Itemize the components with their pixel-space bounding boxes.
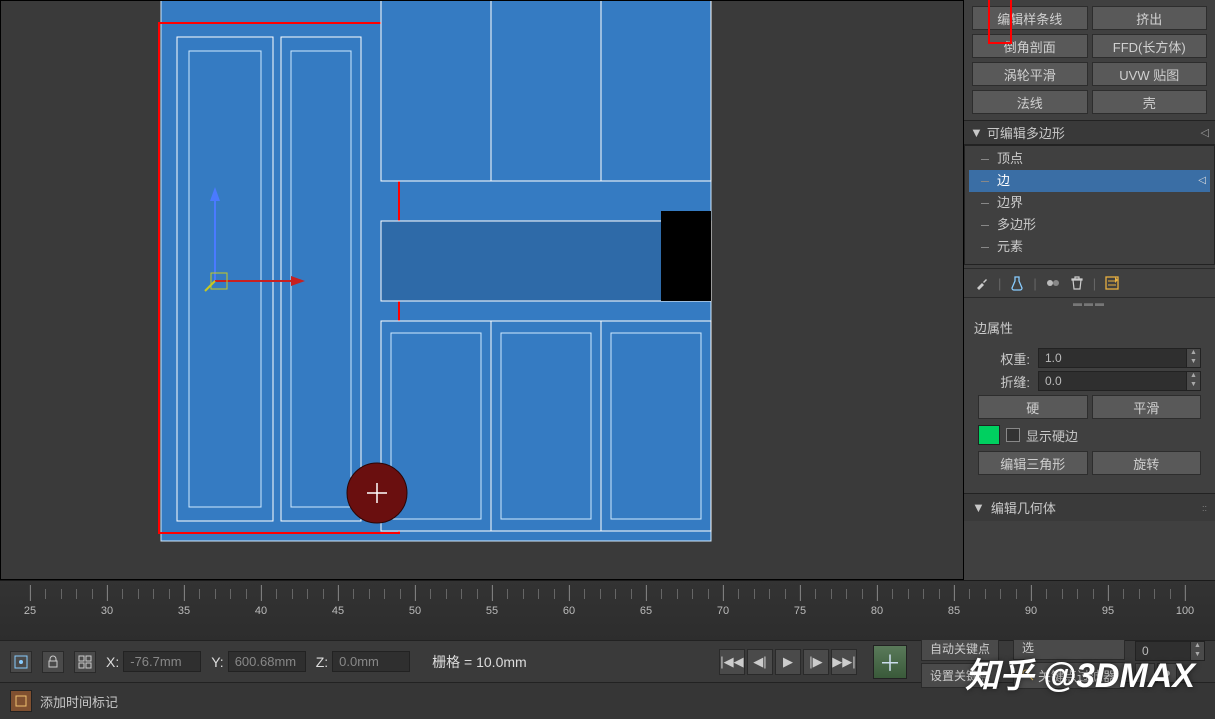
hard-button[interactable]: 硬	[978, 395, 1088, 419]
z-label: Z:	[316, 654, 328, 670]
subobj-polygon[interactable]: 多边形	[969, 214, 1210, 236]
shell-button[interactable]: 壳	[1092, 90, 1208, 114]
transform-type-icon[interactable]	[74, 651, 96, 673]
edit-spline-button[interactable]: 编辑样条线	[972, 6, 1088, 30]
subobj-vertex[interactable]: 顶点	[969, 148, 1210, 170]
modifier-buttons-grid: 编辑样条线 挤出 倒角剖面 FFD(长方体) 涡轮平滑 UVW 贴图 法线 壳	[964, 0, 1215, 120]
ruler-tick: 60	[563, 605, 575, 617]
nav-icon-1[interactable]: ◐	[1135, 663, 1155, 683]
extrude-button[interactable]: 挤出	[1092, 6, 1208, 30]
ruler-tick: 100	[1176, 605, 1194, 617]
flask-icon[interactable]	[1009, 275, 1025, 291]
ruler-tick: 55	[486, 605, 498, 617]
edit-geometry-label: 编辑几何体	[991, 498, 1056, 517]
x-label: X:	[106, 654, 119, 670]
show-hardedge-checkbox[interactable]	[1006, 428, 1020, 442]
ruler-tick: 30	[101, 605, 113, 617]
pin-icon[interactable]	[974, 275, 990, 291]
bevel-profile-button[interactable]: 倒角剖面	[972, 34, 1088, 58]
key-icon	[1022, 669, 1034, 681]
ruler-tick: 80	[871, 605, 883, 617]
set-key-big-button[interactable]: ＋	[873, 645, 907, 679]
goto-end-icon[interactable]: ▶▶|	[831, 649, 857, 675]
ruler-tick: 70	[717, 605, 729, 617]
grid-label: 栅格 = 10.0mm	[432, 652, 527, 672]
crease-value[interactable]: 0.0	[1039, 372, 1186, 390]
status-bar: X:-76.7mm Y: 600.68mm Z:0.0mm 栅格 = 10.0mm…	[0, 640, 1215, 682]
y-coord-field[interactable]: 600.68mm	[228, 651, 306, 672]
smooth-button[interactable]: 平滑	[1092, 395, 1202, 419]
ruler-tick: 35	[178, 605, 190, 617]
ruler-tick: 25	[24, 605, 36, 617]
normal-button[interactable]: 法线	[972, 90, 1088, 114]
stack-toolbar: | | |	[964, 268, 1215, 298]
time-ruler[interactable]: 25 30 35 40 45 50 55 60 65 70 75 80 85 90 95 100	[0, 580, 1215, 640]
x-coord-field[interactable]: -76.7mm	[123, 651, 201, 672]
config-icon[interactable]	[1104, 275, 1120, 291]
crease-label: 折缝:	[978, 372, 1030, 391]
stack-arrow-icon: ◁	[1201, 126, 1209, 139]
ruler-tick: 45	[332, 605, 344, 617]
ruler-tick: 95	[1102, 605, 1114, 617]
subobj-element[interactable]: 元素	[969, 236, 1210, 258]
weight-spinner[interactable]: 1.0 ▲▼	[1038, 348, 1201, 368]
script-listener-icon[interactable]	[10, 690, 32, 712]
hardedge-color-swatch[interactable]	[978, 425, 1000, 445]
edge-props-title: 边属性	[968, 314, 1211, 341]
nav-icon-2[interactable]: ◑	[1157, 663, 1177, 683]
key-filters-button[interactable]: 关键点过滤器	[1013, 662, 1125, 689]
trash-icon[interactable]	[1069, 275, 1085, 291]
y-label: Y:	[211, 654, 223, 670]
selection-lock-icon[interactable]	[10, 651, 32, 673]
subobject-tree: 顶点 边◁ 边界 多边形 元素	[964, 145, 1215, 265]
current-frame-spinner[interactable]: 0▲▼	[1135, 641, 1205, 661]
ruler-tick: 90	[1025, 605, 1037, 617]
stack-title: 可编辑多边形	[987, 123, 1065, 142]
weight-value[interactable]: 1.0	[1039, 349, 1186, 367]
uvw-map-button[interactable]: UVW 贴图	[1092, 62, 1208, 86]
add-time-marker-label[interactable]: 添加时间标记	[40, 692, 118, 711]
viewport[interactable]	[0, 0, 964, 580]
modifier-panel: 编辑样条线 挤出 倒角剖面 FFD(长方体) 涡轮平滑 UVW 贴图 法线 壳 …	[964, 0, 1215, 580]
show-end-icon[interactable]	[1045, 275, 1061, 291]
crease-spinner[interactable]: 0.0 ▲▼	[1038, 371, 1201, 391]
edit-geometry-rollout-header[interactable]: ▼ 编辑几何体 ::	[964, 493, 1215, 521]
prev-frame-icon[interactable]: ◀|	[747, 649, 773, 675]
subobj-edge[interactable]: 边◁	[969, 170, 1210, 192]
set-key-button[interactable]: 设置关键点	[921, 663, 999, 688]
ruler-tick: 75	[794, 605, 806, 617]
stack-header[interactable]: ▼ 可编辑多边形 ◁	[964, 120, 1215, 145]
model-wireframe	[141, 0, 721, 551]
turbosmooth-button[interactable]: 涡轮平滑	[972, 62, 1088, 86]
ruler-tick: 85	[948, 605, 960, 617]
bottom-panel: 25 30 35 40 45 50 55 60 65 70 75 80 85 90 95 100 X:-76.…	[0, 580, 1215, 719]
subobj-border[interactable]: 边界	[969, 192, 1210, 214]
rollout-tri-icon: ▼	[972, 500, 985, 515]
ruler-tick: 50	[409, 605, 421, 617]
edge-properties-rollout: 边属性 权重: 1.0 ▲▼ 折缝: 0.0 ▲▼ 硬 平滑	[968, 314, 1211, 487]
z-coord-field[interactable]: 0.0mm	[332, 651, 410, 672]
ffd-box-button[interactable]: FFD(长方体)	[1092, 34, 1208, 58]
turn-button[interactable]: 旋转	[1092, 451, 1202, 475]
goto-start-icon[interactable]: |◀◀	[719, 649, 745, 675]
lock-icon[interactable]	[42, 651, 64, 673]
transport-controls: |◀◀ ◀| ▶ |▶ ▶▶|	[719, 649, 857, 675]
show-hardedge-label: 显示硬边	[1026, 426, 1078, 445]
play-icon[interactable]: ▶	[775, 649, 801, 675]
edit-triangulation-button[interactable]: 编辑三角形	[978, 451, 1088, 475]
ruler-tick: 40	[255, 605, 267, 617]
ruler-tick: 65	[640, 605, 652, 617]
next-frame-icon[interactable]: |▶	[803, 649, 829, 675]
weight-label: 权重:	[978, 349, 1030, 368]
rollout-grip-icon: ::	[1202, 503, 1207, 513]
collapse-tri-icon: ▼	[970, 125, 983, 140]
